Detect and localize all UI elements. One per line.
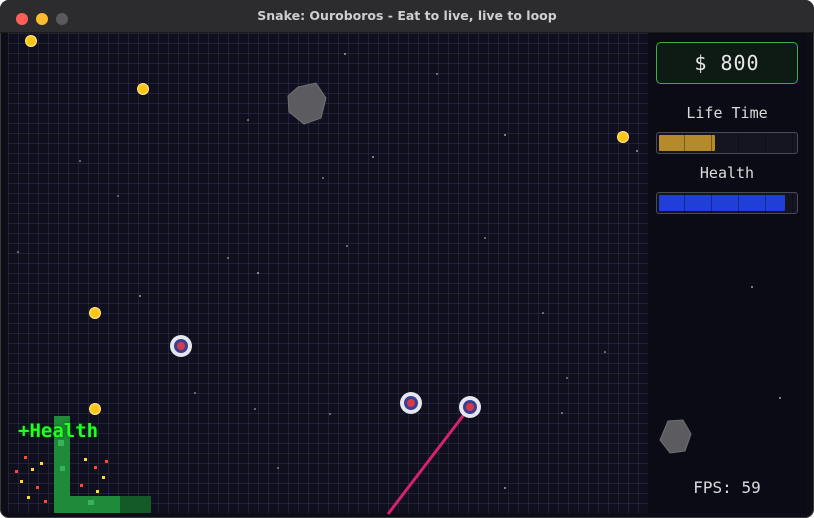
health-bar [656,192,798,214]
game-window: Snake: Ouroboros - Eat to live, live to … [0,0,814,518]
asteroid-icon [659,419,692,454]
target-icon [170,335,192,357]
coin-icon [137,83,149,95]
target-icon [459,396,481,418]
health-popup-text: +Health [18,420,99,442]
money-display: $ 800 [656,42,798,84]
coin-icon [617,131,629,143]
life-time-label: Life Time [686,104,768,122]
fps-counter: FPS: 59 [693,478,761,497]
life-time-bar [656,132,798,154]
coin-icon [89,403,101,415]
health-label: Health [699,164,755,182]
target-icon [400,392,422,414]
coin-icon [89,307,101,319]
coin-icon [25,35,37,47]
asteroid-icon [287,82,327,125]
laser-beam [386,407,471,515]
coins [25,35,629,415]
